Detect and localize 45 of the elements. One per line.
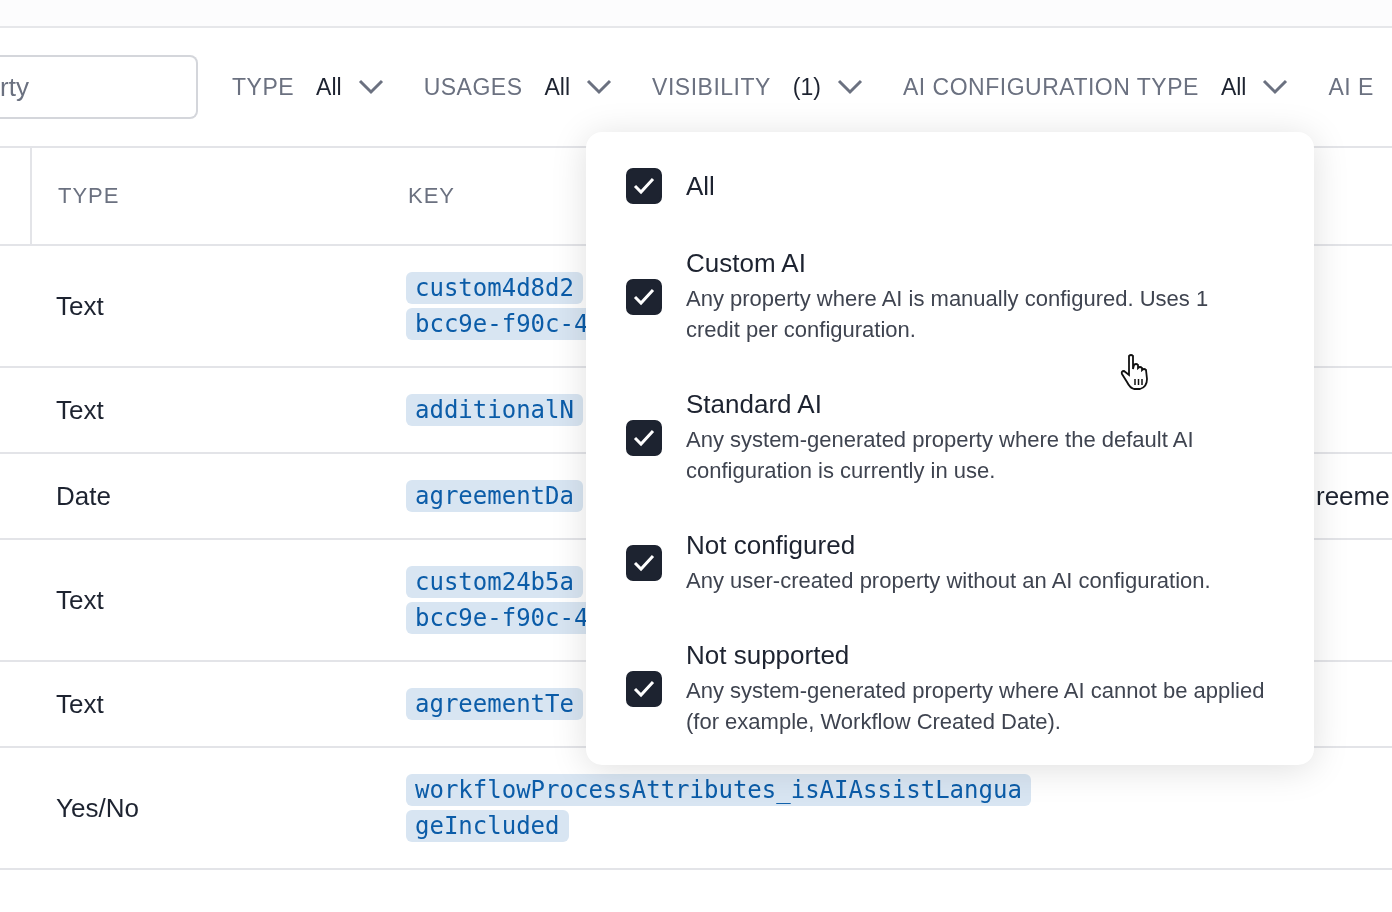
option-description: Any system-generated property where AI cannot be applied (for example, Workflow Created Date). — [686, 677, 1266, 736]
checkbox[interactable] — [626, 670, 662, 707]
column-header: TYPE — [58, 183, 120, 208]
option-title: Custom AI — [686, 248, 806, 279]
option-title: All — [686, 170, 715, 202]
checkmark-icon — [633, 428, 655, 447]
checkmark-icon — [633, 554, 655, 572]
key-code: custom24b5a — [406, 566, 583, 598]
chevron-down-icon — [1262, 79, 1289, 95]
table-cell: Date — [56, 480, 111, 511]
table-cell: Text — [56, 290, 104, 321]
option-title: Not configured — [686, 530, 856, 561]
key-code: custom4d8d2 — [406, 272, 583, 304]
filter-dropdown[interactable]: TYPE All — [232, 73, 384, 101]
table-cell: reeme — [1316, 480, 1390, 511]
option-title: Not supported — [686, 640, 850, 671]
filter-dropdown[interactable]: AI E — [1328, 73, 1374, 101]
checkbox[interactable] — [626, 545, 662, 581]
checkmark-icon — [633, 287, 655, 306]
table-cell: Text — [56, 688, 104, 719]
checkmark-icon — [633, 679, 655, 698]
checkbox[interactable] — [626, 168, 662, 204]
search-field[interactable]: rty — [0, 55, 198, 119]
option-title: Standard AI — [686, 389, 822, 420]
chevron-down-icon — [836, 79, 863, 95]
key-code: workflowProcessAttributes_isAIAssistLangua — [406, 774, 1031, 806]
key-code: additionalN — [406, 394, 583, 426]
option-description: Any user-created property without an AI configuration. — [686, 567, 1212, 595]
option-description: Any property where AI is manually configured. Uses 1 credit per configuration. — [686, 285, 1210, 344]
checkbox[interactable] — [626, 419, 662, 456]
chevron-down-icon — [586, 79, 613, 95]
option-description: Any system-generated property where the default AI configuration is currently in use. — [686, 426, 1195, 485]
table-cell: Text — [56, 394, 104, 425]
table-cell: Yes/No — [56, 792, 139, 823]
key-code: agreementDa — [406, 480, 583, 512]
key-code: agreementTe — [406, 688, 583, 720]
key-code: geIncluded — [406, 810, 569, 842]
filter-dropdown[interactable]: AI CONFIGURATION TYPE All — [902, 73, 1289, 101]
filter-dropdown[interactable]: USAGES All — [423, 73, 613, 101]
table-cell: Text — [56, 584, 104, 615]
filter-dropdown[interactable]: VISIBILITY (1) — [652, 73, 863, 101]
column-header: KEY — [408, 183, 456, 208]
checkmark-icon — [633, 177, 655, 195]
chevron-down-icon — [357, 79, 384, 95]
checkbox[interactable] — [626, 278, 662, 315]
